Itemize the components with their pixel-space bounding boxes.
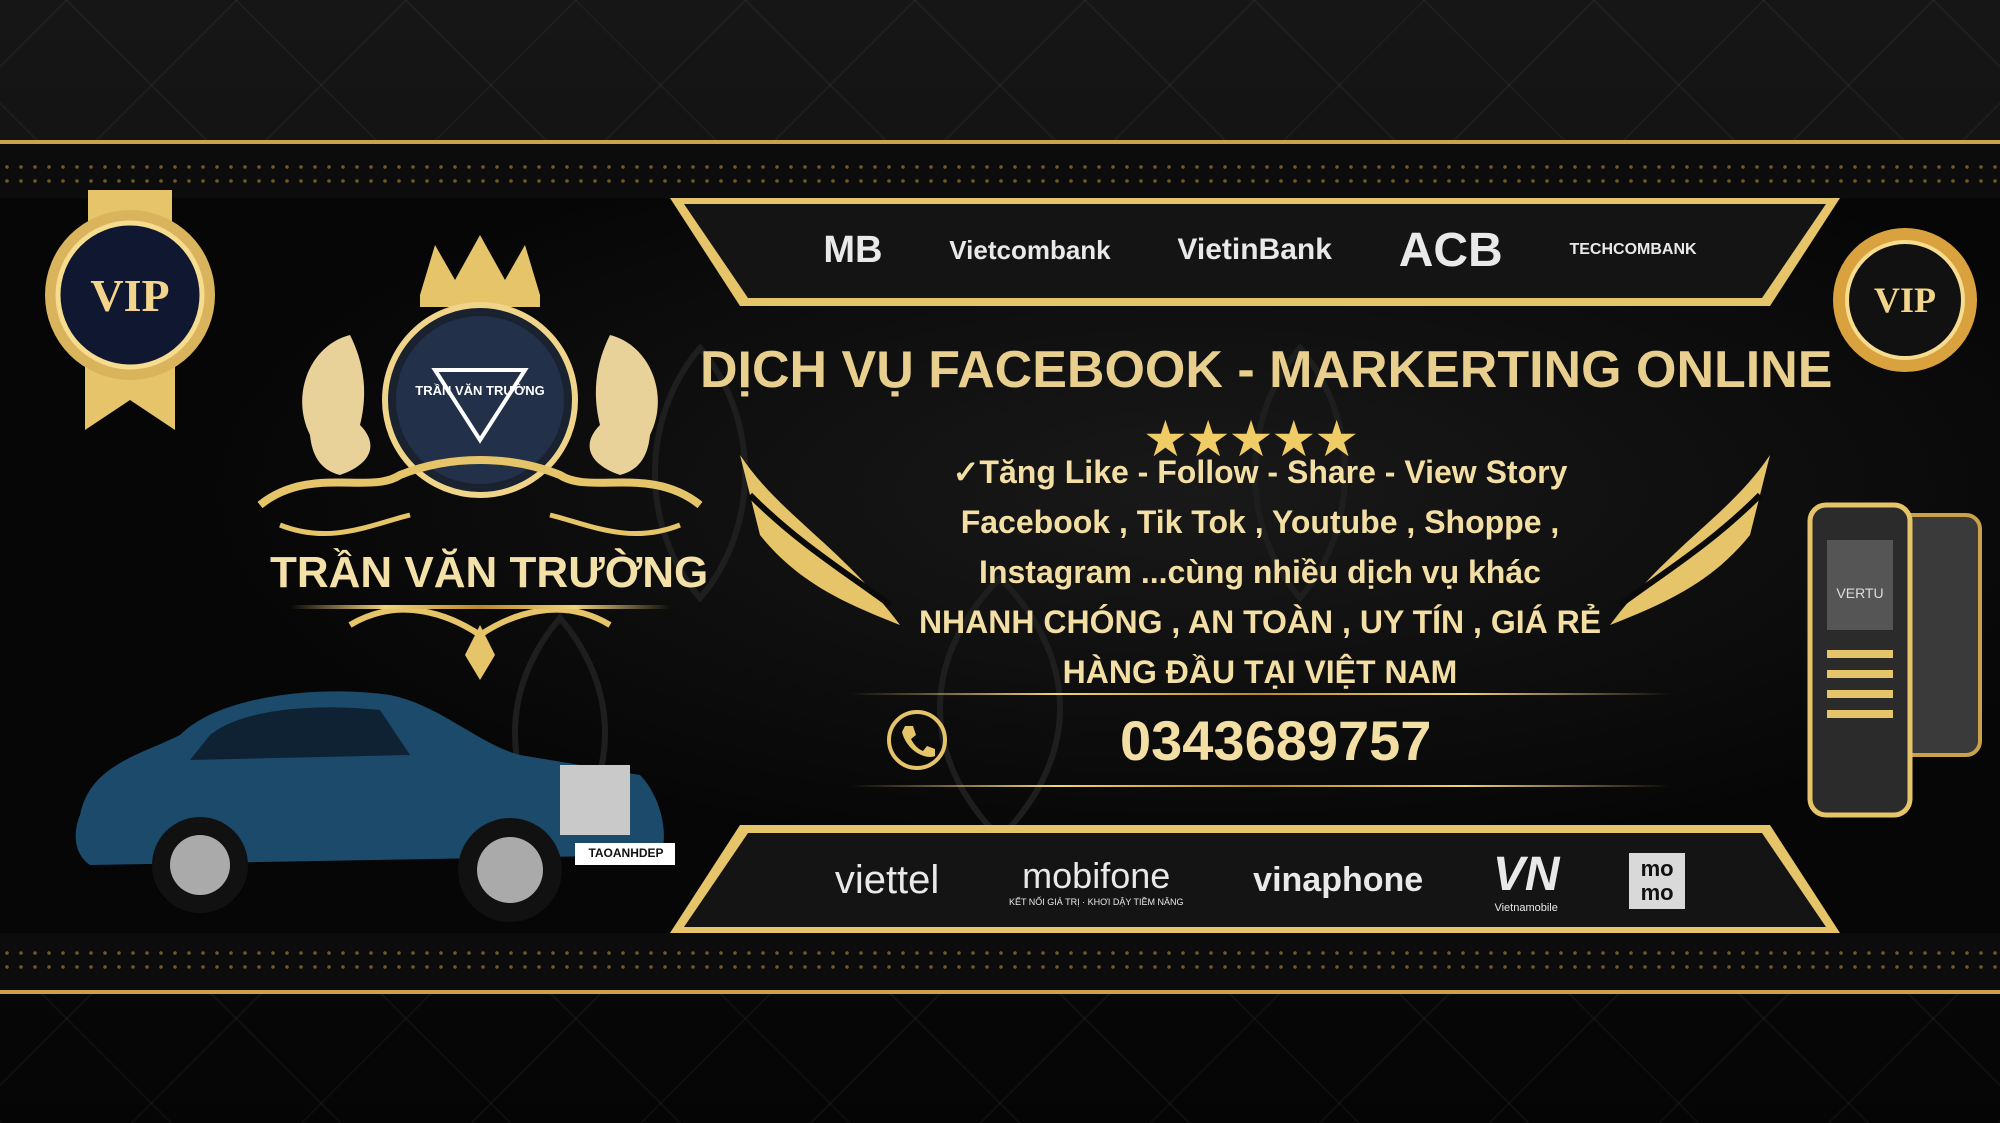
mb-logo: MB [823,228,883,271]
headline: DỊCH VỤ FACEBOOK - MARKERTING ONLINE [700,341,1833,399]
mobifone-tagline: KẾT NỐI GIÁ TRỊ · KHƠI DẬY TIỀM NĂNG [1008,896,1184,907]
phone-number[interactable]: 0343689757 [1120,708,1431,773]
vinaphone-logo: vinaphone [1253,861,1424,899]
service-list: ✓Tăng Like - Follow - Share - View Story… [880,447,1640,697]
brand-name: TRẦN VĂN TRƯỜNG [270,548,709,597]
service-line: HÀNG ĐẦU TẠI VIỆT NAM [1062,654,1458,690]
vietnamobile-mark-icon: VN [1492,848,1560,901]
vip-label-right: VIP [1874,280,1936,320]
service-line: Instagram ...cùng nhiều dịch vụ khác [979,554,1541,590]
mobifone-wordmark: mobifone [1022,854,1171,896]
phone-icon[interactable] [885,708,949,772]
viettel-logo: viettel [834,858,940,902]
brand-underline [290,605,670,609]
service-line: ✓Tăng Like - Follow - Share - View Story [952,454,1568,490]
phone-divider-top [850,693,1670,695]
top-band [0,140,2000,204]
vietnamobile-logo: VN Vietnamobile [1493,847,1560,914]
acb-logo: ACB [1398,223,1503,277]
momo-logo: mo mo [1629,852,1686,909]
telco-logos: viettel mobifone KẾT NỐI GIÁ TRỊ · KHƠI … [800,838,1720,923]
wing-left-icon [740,455,900,625]
dot-pattern [0,946,2000,974]
vip-label-left: VIP [90,269,170,321]
dot-pattern [0,160,2000,188]
banner: VIP VIP TRẦN VĂN TRƯỜNG TRẦN VĂN TRƯỜNG [0,0,2000,1123]
vietinbank-logo: VietinBank [1177,233,1332,266]
mobifone-logo: mobifone KẾT NỐI GIÁ TRỊ · KHƠI DẬY TIỀM… [1009,855,1184,907]
vertu-phone-image [1807,502,1982,818]
phone-divider-bottom [850,785,1670,787]
vietcombank-logo: Vietcombank [949,234,1111,265]
car-plate: TAOANHDEP [588,846,664,860]
vietnamobile-wordmark: Vietnamobile [1494,902,1558,914]
crest [257,235,703,680]
bank-logos: MB Vietcombank VietinBank ACB TECHCOMBAN… [790,210,1730,290]
service-line: NHANH CHÓNG , AN TOÀN , UY TÍN , GIÁ RẺ [918,604,1602,640]
techcombank-logo: TECHCOMBANK [1569,241,1697,258]
service-line: Facebook , Tik Tok , Youtube , Shoppe , [960,504,1560,540]
avatar-caption: TRẦN VĂN TRƯỜNG [415,383,545,398]
car-image [75,691,675,922]
vertu-label: VERTU [1836,585,1884,601]
